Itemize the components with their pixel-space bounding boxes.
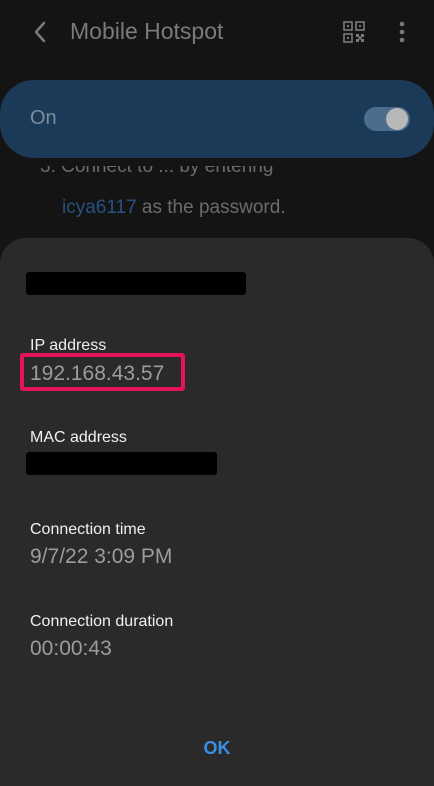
screen: Mobile Hotspot On 3. Connect to ... by e… [0,0,434,786]
ip-highlight-box [20,353,185,391]
connection-duration-value: 00:00:43 [30,637,112,660]
redacted-device-name [26,272,246,295]
instruction-suffix: as the password. [136,197,286,218]
mac-address-label: MAC address [30,429,127,446]
instruction-line-1: 3. Connect to ... by entering [40,166,274,177]
page-title: Mobile Hotspot [70,18,224,44]
hotspot-password: icya6117 [62,197,137,218]
switch-knob [386,108,408,130]
more-vert-icon [399,21,405,43]
instruction-line-2: icya6117 as the password. [62,197,286,219]
hotspot-switch[interactable] [364,107,410,131]
redacted-mac-address [26,452,217,475]
chevron-left-icon [34,21,46,43]
qr-code-button[interactable] [342,20,366,44]
connection-time-value: 9/7/22 3:09 PM [30,545,173,568]
hotspot-toggle-card[interactable]: On [0,80,434,158]
qr-code-icon [343,21,365,43]
app-header: Mobile Hotspot [0,0,434,66]
more-options-button[interactable] [390,18,414,46]
toggle-label: On [30,107,57,129]
connection-duration-label: Connection duration [30,613,174,630]
connection-time-label: Connection time [30,521,146,538]
back-button[interactable] [26,17,56,47]
device-details-dialog: IP address 192.168.43.57 MAC address Con… [0,238,434,786]
ok-button[interactable]: OK [177,728,257,768]
